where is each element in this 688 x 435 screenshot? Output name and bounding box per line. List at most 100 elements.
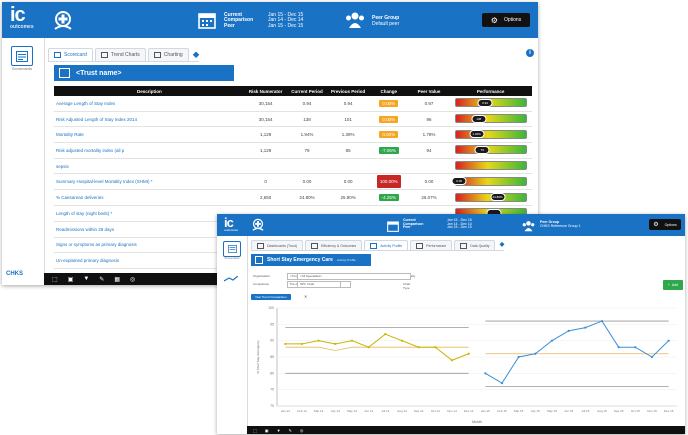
help-icon[interactable]: ◎ — [130, 276, 135, 283]
calendar-icon[interactable] — [387, 219, 399, 237]
scorecard-icon — [59, 68, 70, 78]
column-header[interactable]: Risk Numerator — [244, 86, 287, 96]
period-label: Peer — [403, 225, 411, 230]
data-point — [650, 355, 654, 359]
x-tick-label: Nov 14 — [447, 409, 457, 413]
data-point — [484, 372, 487, 375]
peer-group[interactable]: Peer Group Default peer — [372, 15, 399, 27]
tools-icon[interactable]: ✎ — [99, 276, 104, 283]
column-header[interactable]: Current Period — [286, 86, 328, 96]
metric-name[interactable]: % Caesarean deliveries — [54, 189, 245, 207]
performance-bar: 0.94 — [454, 98, 527, 108]
tab-item[interactable]: Scorecard — [48, 48, 93, 61]
help-icon[interactable]: ◎ — [300, 428, 304, 433]
metric-name[interactable]: sepsis — [54, 158, 245, 175]
performance-bar: 0.00 — [451, 176, 527, 186]
metric-name[interactable]: Average Length of Stay Index — [54, 96, 245, 112]
tab-item[interactable]: Trend Charts — [94, 48, 146, 61]
x-axis-label: Month — [472, 420, 482, 424]
scorecards-nav-button[interactable] — [11, 46, 33, 66]
x-tick-label: Aug 14 — [397, 409, 407, 413]
filter-icon[interactable]: ▼ — [83, 276, 89, 282]
data-point — [417, 346, 420, 349]
tab-item[interactable]: Performance — [410, 240, 453, 250]
metric-name[interactable]: Risk Adjusted Length of Stay Index 2014 — [54, 111, 245, 128]
current-period-value: 79 — [286, 142, 328, 159]
risk-numerator: 2,650 — [244, 189, 287, 207]
tab-item[interactable]: Data Quality — [454, 240, 496, 250]
chip-label: Year Trend Comparison — [255, 295, 287, 299]
table-row[interactable]: Summary Hospital-level Mortality Index (… — [54, 173, 532, 191]
export-icon[interactable]: ⬚ — [52, 276, 58, 283]
metric-name[interactable]: Summary Hospital-level Mortality Index (… — [54, 173, 245, 191]
print-icon[interactable]: ▣ — [68, 276, 74, 283]
x-tick-label: Apr 14 — [331, 409, 340, 413]
grid-icon[interactable]: ▦ — [114, 276, 120, 283]
options-button[interactable]: ⚙ Options — [649, 219, 681, 230]
column-header[interactable]: Peer Value — [408, 86, 450, 96]
app-logo[interactable]: ic outcomes — [224, 215, 238, 232]
add-button[interactable]: + Add — [663, 280, 683, 290]
risk-numerator: 30,154 — [244, 96, 287, 112]
app-logo[interactable]: ic outcomes — [10, 4, 34, 30]
tab-item[interactable]: Charting — [147, 48, 189, 61]
table-row[interactable]: % Caesarean deliveries 2,650 24.80% 25.90% -… — [54, 189, 532, 207]
table-row[interactable]: sepsis — [54, 158, 532, 175]
table-row[interactable]: Mortality Rate 1,129 1.94% 1.39% 0.00% 1.78% 1… — [54, 126, 532, 144]
logo-sub: outcomes — [10, 24, 34, 30]
trend-line-icon[interactable] — [223, 269, 239, 287]
y-tick-label: 80 — [270, 371, 274, 375]
data-point — [367, 346, 370, 349]
filter-select[interactable]: SPC Chart — [297, 281, 341, 288]
metric-name[interactable]: Risk adjusted mortality index (all p — [54, 142, 245, 159]
performance-marker: 0.00 — [451, 177, 467, 186]
performance-cell — [449, 158, 532, 175]
x-tick-label: Jun 14 — [364, 409, 373, 413]
performance-bar: 1.94% — [454, 129, 527, 139]
calendar-icon[interactable] — [198, 11, 216, 34]
column-header[interactable]: Change — [368, 86, 409, 96]
peer-group[interactable]: Peer Group CHKS Reference Group 1 — [540, 220, 580, 228]
peer-group-icon[interactable] — [522, 219, 535, 237]
data-point — [400, 339, 404, 342]
metric-name[interactable]: Mortality Rate — [54, 126, 245, 144]
tab-item[interactable]: Dashboards (Trust) — [251, 240, 304, 250]
info-icon[interactable]: i — [526, 49, 534, 57]
performance-marker: 0.94 — [477, 98, 493, 107]
options-button[interactable]: ⚙ Options — [482, 13, 530, 27]
change-cell: 100.00% — [368, 173, 409, 191]
risk-numerator: 1,129 — [244, 126, 287, 144]
x-tick-label: Aug 15 — [597, 409, 607, 413]
table-row[interactable]: Risk Adjusted Length of Stay Index 2014 3… — [54, 111, 532, 128]
tab-icon — [257, 242, 264, 249]
peer-group-icon[interactable] — [345, 11, 365, 34]
column-header[interactable]: Performance — [449, 86, 532, 96]
add-tab-icon[interactable]: ◆ — [193, 48, 199, 60]
period-selector[interactable]: Current Jan 15 - Dec 15 Comparison Jan 14 -… — [403, 218, 472, 230]
tools-icon[interactable]: ✎ — [289, 428, 292, 433]
column-header[interactable]: Previous Period — [327, 86, 369, 96]
table-row[interactable]: Risk adjusted mortality index (all p 1,12… — [54, 142, 532, 159]
period-selector[interactable]: Current Jan 15 - Dec 15 Comparison Jan 14 -… — [224, 12, 303, 29]
print-icon[interactable]: ▣ — [265, 428, 269, 433]
previous-period-value: 25.90% — [327, 189, 369, 207]
chip-close-icon[interactable]: ✕ — [304, 294, 307, 299]
filter-icon[interactable]: ▼ — [277, 428, 281, 433]
hospital-nav-icon[interactable] — [52, 10, 74, 35]
add-tab-icon[interactable]: ◆ — [499, 240, 504, 249]
tab-item[interactable]: Efficiency & Outcomes — [305, 240, 363, 250]
bottom-toolbar: ⬚ ▣ ▼ ✎ ◎ — [247, 426, 685, 434]
tab-label: Dashboards (Trust) — [267, 243, 298, 248]
scorecards-nav-button[interactable] — [223, 241, 241, 257]
risk-numerator: 1,129 — [244, 142, 287, 159]
tab-item[interactable]: Activity Profile — [364, 240, 409, 250]
tab-label: Data Quality — [470, 243, 490, 248]
previous-period-value: 0.00 — [327, 173, 369, 191]
table-row[interactable]: Average Length of Stay Index 30,154 0.94 0.… — [54, 96, 532, 112]
hospital-nav-icon[interactable] — [251, 218, 265, 236]
filter-select[interactable]: <All Specialties> — [297, 273, 411, 280]
export-icon[interactable]: ⬚ — [253, 428, 257, 433]
tab-label: Trend Charts — [110, 52, 140, 58]
column-header[interactable]: Description — [54, 86, 245, 96]
data-point — [667, 339, 670, 342]
